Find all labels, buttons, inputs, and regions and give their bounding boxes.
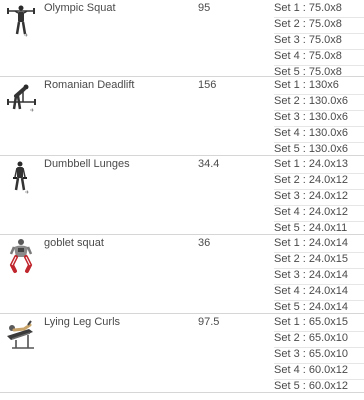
exercise-volume: 97.5 — [198, 316, 220, 328]
set-list: Set 1 : 24.0x13 Set 2 : 24.0x12 Set 3 : … — [274, 158, 364, 238]
olympic-squat-figure-icon — [4, 2, 38, 40]
set-entry: Set 4 : 60.0x12 — [274, 364, 364, 380]
set-entry: Set 1 : 130x6 — [274, 79, 364, 95]
set-entry: Set 4 : 24.0x12 — [274, 206, 364, 222]
set-entry: Set 3 : 75.0x8 — [274, 34, 364, 50]
exercise-row[interactable]: Romanian Deadlift 156 Set 1 : 130x6 Set … — [0, 77, 364, 156]
set-entry: Set 1 : 65.0x15 — [274, 316, 364, 332]
exercise-volume: 156 — [198, 79, 217, 91]
set-entry: Set 2 : 24.0x12 — [274, 174, 364, 190]
exercise-volume: 95 — [198, 2, 211, 14]
exercise-name: Olympic Squat — [44, 2, 116, 14]
set-list: Set 1 : 130x6 Set 2 : 130.0x6 Set 3 : 13… — [274, 79, 364, 159]
exercise-row[interactable]: Lying Leg Curls 97.5 Set 1 : 65.0x15 Set… — [0, 314, 364, 393]
romanian-deadlift-figure-icon — [4, 79, 38, 117]
set-entry: Set 2 : 65.0x10 — [274, 332, 364, 348]
set-entry: Set 3 : 24.0x12 — [274, 190, 364, 206]
set-list: Set 1 : 75.0x8 Set 2 : 75.0x8 Set 3 : 75… — [274, 2, 364, 82]
set-entry: Set 2 : 24.0x15 — [274, 253, 364, 269]
exercise-row[interactable]: Olympic Squat 95 Set 1 : 75.0x8 Set 2 : … — [0, 0, 364, 78]
exercise-row[interactable]: Dumbbell Lunges 34.4 Set 1 : 24.0x13 Set… — [0, 156, 364, 235]
set-entry: Set 1 : 24.0x14 — [274, 237, 364, 253]
dumbbell-lunges-figure-icon — [4, 158, 38, 196]
set-entry: Set 2 : 130.0x6 — [274, 95, 364, 111]
set-entry: Set 3 : 130.0x6 — [274, 111, 364, 127]
exercise-row[interactable]: goblet squat 36 Set 1 : 24.0x14 Set 2 : … — [0, 235, 364, 314]
set-list: Set 1 : 65.0x15 Set 2 : 65.0x10 Set 3 : … — [274, 316, 364, 396]
exercise-name: Lying Leg Curls — [44, 316, 121, 328]
lying-leg-curls-figure-icon — [4, 316, 38, 354]
exercise-volume: 34.4 — [198, 158, 220, 170]
set-entry: Set 1 : 24.0x13 — [274, 158, 364, 174]
set-entry: Set 4 : 24.0x14 — [274, 285, 364, 301]
exercise-list: Olympic Squat 95 Set 1 : 75.0x8 Set 2 : … — [0, 0, 364, 393]
set-list: Set 1 : 24.0x14 Set 2 : 24.0x15 Set 3 : … — [274, 237, 364, 317]
set-entry: Set 2 : 75.0x8 — [274, 18, 364, 34]
set-entry: Set 4 : 130.0x6 — [274, 127, 364, 143]
set-entry: Set 3 : 24.0x14 — [274, 269, 364, 285]
goblet-squat-figure-icon — [4, 237, 38, 275]
exercise-volume: 36 — [198, 237, 211, 249]
set-entry: Set 4 : 75.0x8 — [274, 50, 364, 66]
exercise-name: Romanian Deadlift — [44, 79, 135, 91]
exercise-name: goblet squat — [44, 237, 104, 249]
set-entry: Set 3 : 65.0x10 — [274, 348, 364, 364]
exercise-name: Dumbbell Lunges — [44, 158, 130, 170]
set-entry: Set 1 : 75.0x8 — [274, 2, 364, 18]
set-entry: Set 5 : 60.0x12 — [274, 380, 348, 392]
